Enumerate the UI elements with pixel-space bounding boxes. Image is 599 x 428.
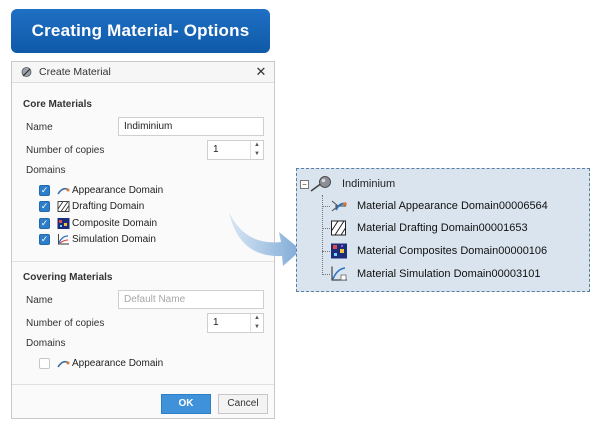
checkbox-checked[interactable]: ✓	[39, 185, 50, 196]
domain-label: Simulation Domain	[72, 234, 156, 245]
covering-materials-heading: Covering Materials	[23, 272, 113, 283]
domain-label: Drafting Domain	[72, 201, 145, 212]
checkbox-checked[interactable]: ✓	[39, 218, 50, 229]
banner-title: Creating Material- Options	[31, 21, 250, 40]
domain-label: Appearance Domain	[72, 358, 164, 369]
core-copies-value: 1	[213, 144, 219, 155]
tree-item-label: Material Drafting Domain00001653	[357, 222, 528, 234]
drafting-domain-icon	[331, 220, 346, 236]
core-domain-composite[interactable]: ✓ Composite Domain	[39, 218, 157, 229]
tree-item-drafting[interactable]: Material Drafting Domain00001653	[330, 220, 528, 236]
dialog-title: Create Material	[39, 66, 111, 78]
chevron-up-icon[interactable]: ▲	[254, 315, 260, 322]
checkbox-unchecked[interactable]	[39, 358, 50, 369]
simulation-domain-icon	[58, 234, 69, 245]
chevron-up-icon[interactable]: ▲	[254, 142, 260, 149]
appearance-domain-icon	[57, 187, 70, 195]
domain-label: Appearance Domain	[72, 185, 164, 196]
tree-connector	[322, 195, 323, 275]
core-copies-stepper[interactable]: 1 ▲ ▼	[207, 140, 264, 160]
tree-item-composites[interactable]: Material Composites Domain00000106	[330, 243, 547, 259]
covering-name-label: Name	[26, 295, 53, 306]
covering-copies-stepper[interactable]: 1 ▲ ▼	[207, 313, 264, 333]
cancel-button[interactable]: Cancel	[218, 394, 268, 414]
tree-root-label: Indiminium	[342, 178, 396, 190]
close-icon[interactable]: ✕	[253, 63, 269, 81]
core-materials-heading: Core Materials	[23, 99, 92, 110]
core-domains-label: Domains	[26, 165, 66, 176]
simulation-domain-icon	[331, 266, 347, 281]
covering-domain-appearance[interactable]: Appearance Domain	[39, 358, 163, 369]
stepper-arrows[interactable]: ▲ ▼	[250, 141, 263, 159]
collapse-icon[interactable]: −	[300, 179, 309, 189]
core-domain-drafting[interactable]: ✓ Drafting Domain	[39, 201, 144, 212]
tree-connector	[322, 228, 330, 229]
material-app-icon	[21, 66, 32, 77]
ok-button[interactable]: OK	[161, 394, 211, 414]
curved-arrow-icon	[229, 212, 301, 266]
composite-domain-icon	[331, 243, 347, 259]
checkbox-checked[interactable]: ✓	[39, 234, 50, 245]
tree-connector	[322, 251, 330, 252]
checkbox-checked[interactable]: ✓	[39, 201, 50, 212]
tree-item-label: Material Simulation Domain00003101	[357, 268, 541, 280]
dialog-header: Create Material ✕	[12, 62, 274, 83]
drafting-domain-icon	[57, 201, 70, 212]
core-name-label: Name	[26, 122, 53, 133]
core-domain-simulation[interactable]: ✓ Simulation Domain	[39, 234, 156, 245]
title-banner: Creating Material- Options	[11, 9, 270, 53]
core-copies-label: Number of copies	[26, 145, 105, 156]
appearance-domain-icon	[57, 360, 70, 368]
tree-root-node[interactable]: − Indiminium	[300, 175, 395, 193]
core-name-input[interactable]: Indiminium	[118, 117, 264, 136]
core-domain-appearance[interactable]: ✓ Appearance Domain	[39, 185, 163, 196]
tree-connector	[322, 274, 330, 275]
tree-item-label: Material Composites Domain00000106	[357, 245, 548, 257]
specification-tree-panel: − Indiminium Material Appearance Domain0…	[296, 168, 590, 292]
covering-copies-value: 1	[213, 317, 219, 328]
tree-connector	[322, 206, 330, 207]
stepper-arrows[interactable]: ▲ ▼	[250, 314, 263, 332]
covering-name-input[interactable]: Default Name	[118, 290, 264, 309]
material-node-icon	[310, 176, 331, 192]
tree-item-appearance[interactable]: Material Appearance Domain00006564	[330, 198, 548, 214]
tree-item-label: Material Appearance Domain00006564	[357, 200, 548, 212]
tree-item-simulation[interactable]: Material Simulation Domain00003101	[330, 266, 540, 282]
covering-copies-label: Number of copies	[26, 318, 105, 329]
domain-label: Composite Domain	[72, 218, 158, 229]
appearance-domain-icon	[331, 200, 347, 212]
chevron-down-icon[interactable]: ▼	[254, 324, 260, 331]
composite-domain-icon	[57, 218, 70, 229]
chevron-down-icon[interactable]: ▼	[254, 151, 260, 158]
footer-divider	[12, 384, 274, 385]
covering-domains-label: Domains	[26, 338, 66, 349]
